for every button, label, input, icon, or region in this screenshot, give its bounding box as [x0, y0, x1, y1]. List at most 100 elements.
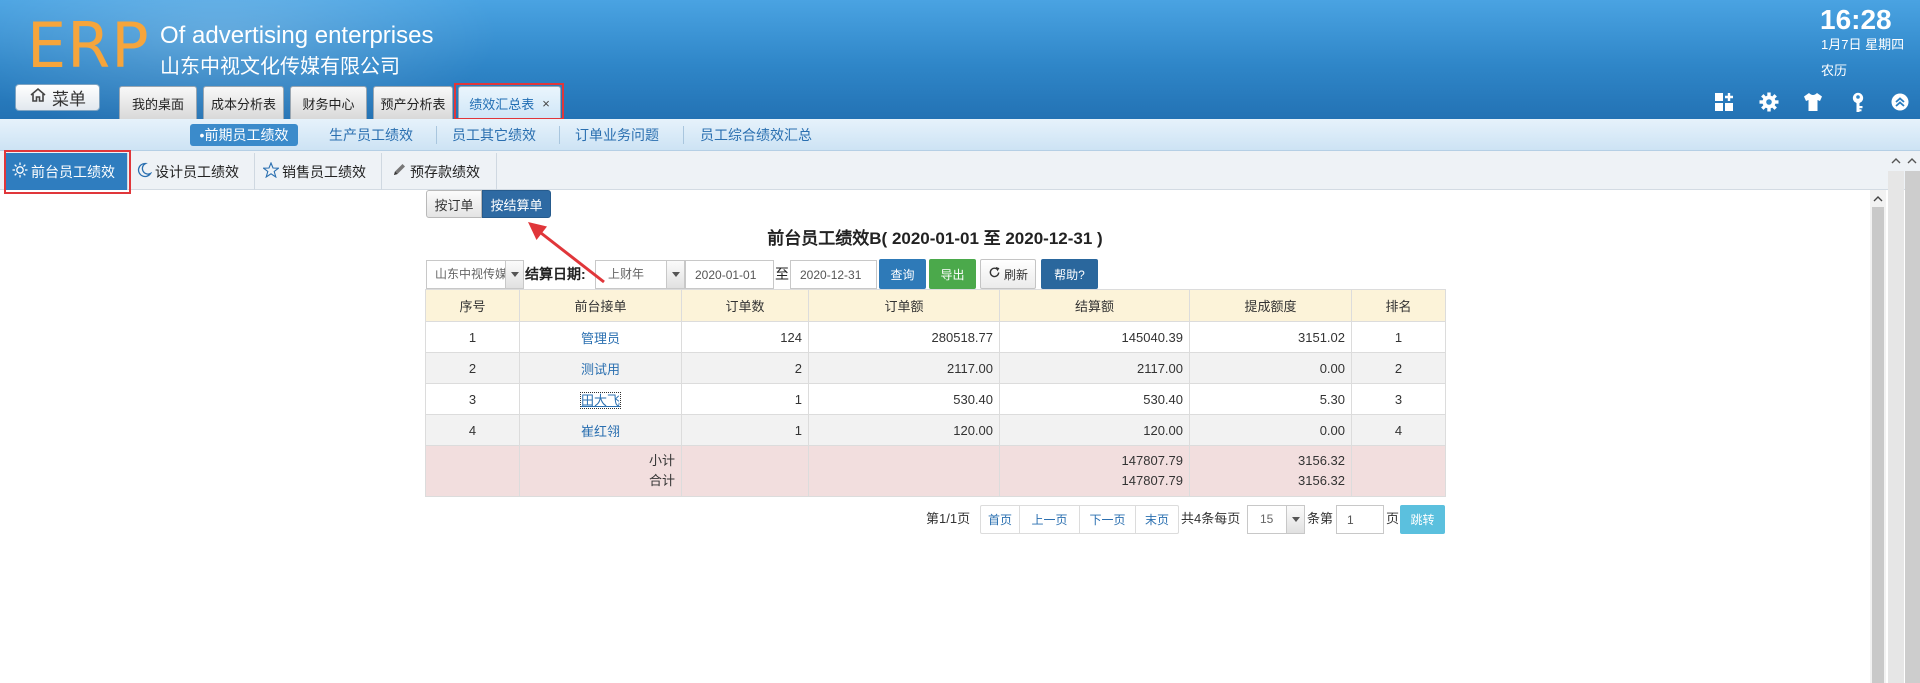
commission-cell: 0.00	[1189, 414, 1352, 446]
column-header-settled-amount[interactable]: 结算额	[999, 289, 1190, 322]
summary-blank-cell	[425, 445, 520, 497]
goto-suffix-label: 页	[1386, 511, 1400, 526]
company-name: 山东中视文化传媒有限公司	[160, 56, 400, 78]
page-scrollbar-thumb[interactable]	[1905, 171, 1920, 683]
column-header-order-count[interactable]: 订单数	[681, 289, 809, 322]
end-date-input[interactable]	[790, 260, 877, 289]
order-amount-cell: 280518.77	[808, 321, 1000, 353]
summary-label-cell: 小计 合计	[519, 445, 682, 497]
settled-total: 147807.79	[1121, 473, 1183, 488]
table-row: 4 崔红翎 1 120.00 120.00 0.00 4	[425, 414, 1446, 446]
gear-icon[interactable]	[1758, 91, 1780, 113]
order-amount-cell: 120.00	[808, 414, 1000, 446]
clock-time: 16:28	[1820, 4, 1892, 35]
scroll-up-button[interactable]	[1870, 192, 1886, 206]
menu-button[interactable]: 菜单	[15, 84, 100, 111]
staff-link[interactable]: 管理员	[581, 331, 620, 346]
page-number-input[interactable]	[1336, 505, 1384, 534]
column-header-commission[interactable]: 提成额度	[1189, 289, 1352, 322]
star-icon	[261, 161, 281, 181]
chevron-up-icon	[1891, 152, 1901, 170]
grid-plus-icon[interactable]	[1713, 91, 1735, 113]
tab-prepayment-performance-label: 预存款绩效	[410, 163, 480, 180]
tab-scroll-button[interactable]	[1904, 154, 1919, 168]
report-title: 前台员工绩效B( 2020-01-01 至 2020-12-31 )	[767, 229, 1103, 248]
subnav-production-staff-performance[interactable]: 生产员工绩效	[328, 124, 414, 146]
table-row: 1 管理员 124 280518.77 145040.39 3151.02 1	[425, 321, 1446, 353]
column-header-staff[interactable]: 前台接单	[519, 289, 682, 322]
tab-scroll-button[interactable]	[1888, 154, 1903, 168]
refresh-icon	[988, 266, 1001, 282]
period-select[interactable]: 上财年	[595, 260, 685, 289]
content-scrollbar-thumb[interactable]	[1872, 207, 1884, 683]
query-button[interactable]: 查询	[879, 259, 926, 289]
tab-preproduction-analysis[interactable]: 预产分析表	[373, 86, 453, 119]
summary-blank-cell	[1351, 445, 1446, 497]
menu-button-label: 菜单	[52, 90, 86, 109]
chevron-up-icon	[1873, 190, 1883, 208]
subnav-order-issues[interactable]: 订单业务问题	[574, 124, 660, 146]
date-range-separator: 至	[775, 266, 789, 282]
order-count-cell: 124	[681, 321, 809, 353]
active-tab-highlight	[454, 83, 564, 119]
chevron-up-circle-icon[interactable]	[1889, 91, 1911, 113]
staff-link[interactable]: 崔红翎	[581, 424, 620, 439]
subnav-staff-overall-summary[interactable]: 员工综合绩效汇总	[698, 124, 814, 146]
performance-table: 序号 前台接单 订单数 订单额 结算额 提成额度 排名 1 管理员 124 28…	[425, 289, 1446, 497]
tab-sales-staff-performance-label: 销售员工绩效	[282, 163, 366, 180]
order-count-cell: 1	[681, 414, 809, 446]
tab-design-staff-performance[interactable]: 设计员工绩效	[130, 153, 255, 190]
refresh-button-label: 刷新	[1003, 267, 1028, 282]
total-label: 合计	[648, 473, 675, 488]
column-header-order-amount[interactable]: 订单额	[808, 289, 1000, 322]
refresh-button[interactable]: 刷新	[980, 259, 1036, 289]
settled-amount-cell: 530.40	[999, 383, 1190, 415]
company-select-value: 山东中视传媒	[435, 267, 507, 281]
table-header-row: 序号 前台接单 订单数 订单额 结算额 提成额度 排名	[425, 289, 1446, 322]
settled-amount-cell: 120.00	[999, 414, 1190, 446]
app-header: ERP Of advertising enterprises 山东中视文化传媒有…	[0, 0, 1920, 119]
key-icon[interactable]	[1847, 91, 1869, 113]
chevron-down-icon	[666, 261, 684, 288]
first-page-button[interactable]: 首页	[980, 505, 1020, 534]
help-button[interactable]: 帮助?	[1041, 259, 1098, 289]
moon-icon	[136, 162, 153, 181]
pencil-icon	[391, 162, 407, 181]
tab-my-desktop[interactable]: 我的桌面	[119, 86, 197, 119]
staff-cell: 管理员	[519, 321, 682, 353]
tab-cost-analysis[interactable]: 成本分析表	[203, 86, 284, 119]
page-size-value: 15	[1260, 512, 1274, 526]
active-section-highlight	[4, 150, 131, 194]
page-size-select[interactable]: 15	[1247, 505, 1305, 534]
staff-link[interactable]: 田大飞	[579, 391, 622, 409]
page-scrollbar-track[interactable]	[1888, 171, 1904, 683]
total-per-page-label: 共4条每页	[1181, 511, 1241, 526]
commission-summary-cell: 3156.32 3156.32	[1189, 445, 1352, 497]
jump-button[interactable]: 跳转	[1400, 505, 1445, 534]
tab-prepayment-performance[interactable]: 预存款绩效	[385, 153, 497, 190]
column-header-rank[interactable]: 排名	[1351, 289, 1446, 322]
subnav-early-staff-performance[interactable]: •前期员工绩效	[190, 124, 298, 146]
subnav-other-staff-performance[interactable]: 员工其它绩效	[451, 124, 537, 146]
column-header-no[interactable]: 序号	[425, 289, 520, 322]
table-row: 2 测试用 2 2117.00 2117.00 0.00 2	[425, 352, 1446, 384]
start-date-input[interactable]	[685, 260, 774, 289]
settlement-date-label: 结算日期:	[525, 266, 586, 282]
next-page-button[interactable]: 下一页	[1079, 505, 1136, 534]
row-number: 3	[425, 383, 520, 415]
order-amount-cell: 530.40	[808, 383, 1000, 415]
commission-cell: 5.30	[1189, 383, 1352, 415]
export-button[interactable]: 导出	[929, 259, 976, 289]
tab-finance-center[interactable]: 财务中心	[290, 86, 367, 119]
last-page-button[interactable]: 末页	[1135, 505, 1179, 534]
shirt-icon[interactable]	[1802, 91, 1824, 113]
tab-sales-staff-performance[interactable]: 销售员工绩效	[257, 153, 382, 190]
lunar-calendar-link[interactable]: 农历	[1821, 62, 1847, 79]
company-select[interactable]: 山东中视传媒	[426, 260, 524, 289]
row-number: 1	[425, 321, 520, 353]
by-order-button[interactable]: 按订单	[426, 190, 482, 218]
staff-link[interactable]: 测试用	[581, 362, 620, 377]
brand-tagline: Of advertising enterprises	[160, 22, 434, 49]
prev-page-button[interactable]: 上一页	[1019, 505, 1080, 534]
by-settlement-button[interactable]: 按结算单	[482, 190, 551, 218]
